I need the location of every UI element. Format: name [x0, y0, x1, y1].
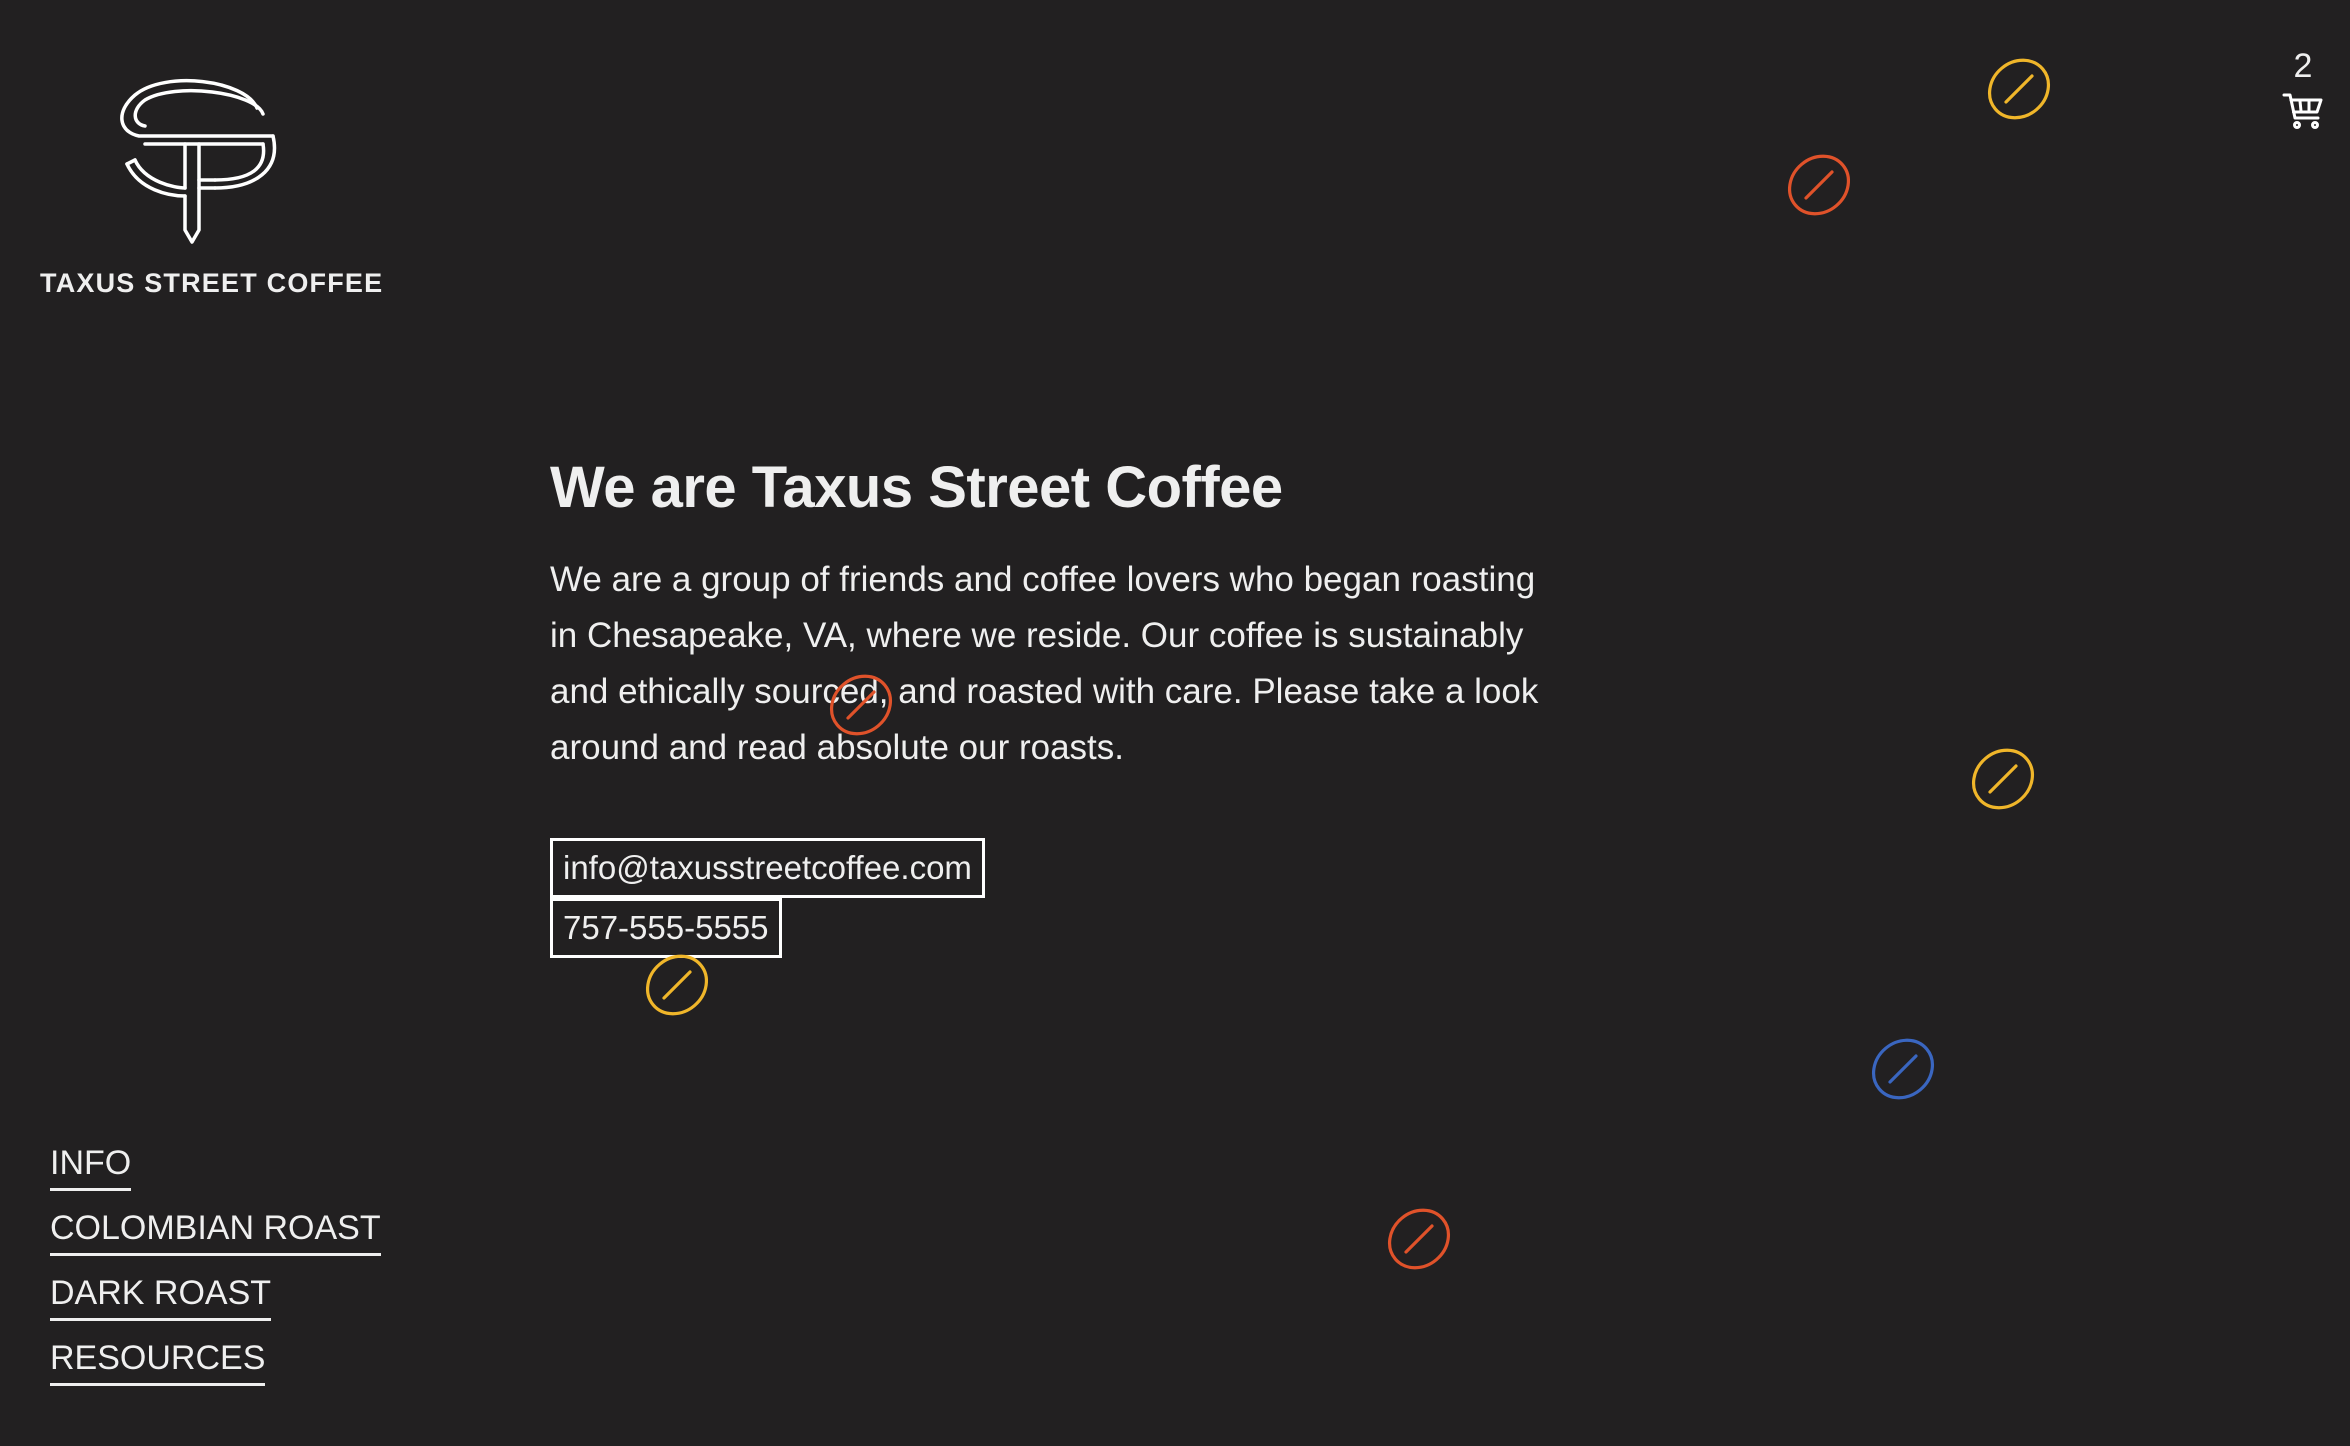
page-title: We are Taxus Street Coffee	[550, 455, 1283, 520]
main-nav: INFO COLOMBIAN ROAST DARK ROAST RESOURCE…	[50, 1142, 381, 1402]
coffee-bean-icon	[1786, 152, 1852, 218]
nav-item-info[interactable]: INFO	[50, 1142, 132, 1191]
coffee-bean-icon	[1970, 746, 2036, 812]
cart-button[interactable]: 2	[2278, 46, 2328, 130]
coffee-bean-icon	[1386, 1206, 1452, 1272]
coffee-bean-icon	[1986, 56, 2052, 122]
brand-name: TAXUS STREET COFFEE	[40, 268, 384, 298]
nav-item-colombian-roast[interactable]: COLOMBIAN ROAST	[50, 1207, 381, 1256]
nav-item-dark-roast[interactable]: DARK ROAST	[50, 1272, 272, 1321]
home-logo-link[interactable]: TAXUS STREET COFFEE	[40, 70, 384, 299]
coffee-bean-icon	[828, 672, 894, 738]
coffee-bean-icon	[644, 952, 710, 1018]
intro-paragraph: We are a group of friends and coffee lov…	[550, 560, 1539, 767]
nav-item-resources[interactable]: RESOURCES	[50, 1337, 266, 1386]
contact-links: info@taxusstreetcoffee.com 757-555-5555	[550, 838, 1550, 958]
cart-count-badge: 2	[2293, 47, 2313, 85]
phone-link[interactable]: 757-555-5555	[550, 898, 782, 958]
email-link[interactable]: info@taxusstreetcoffee.com	[550, 838, 985, 898]
intro-section: We are Taxus Street Coffee We are a grou…	[550, 452, 1550, 958]
ts-monogram-icon	[40, 70, 350, 250]
coffee-bean-icon	[1870, 1036, 1936, 1102]
cart-icon	[2278, 92, 2328, 130]
